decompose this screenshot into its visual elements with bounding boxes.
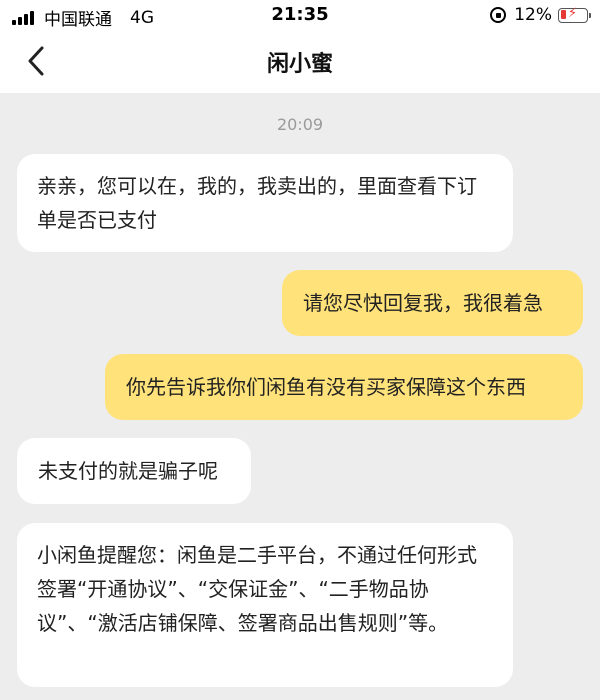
incoming-message-bubble[interactable]: 亲亲，您可以在，我的，我卖出的，里面查看下订单是否已支付 (17, 154, 513, 252)
status-right: 12% ⚡ (490, 5, 591, 25)
status-bar: 中国联通 4G 21:35 12% ⚡ (0, 0, 600, 30)
battery-charging-icon: ⚡ (558, 5, 591, 23)
incoming-message-bubble[interactable]: 小闲鱼提醒您：闲鱼是二手平台，不通过任何形式签署“开通协议”、“交保证金”、“二… (17, 523, 513, 687)
battery-percent: 12% (514, 5, 552, 25)
incoming-message-bubble[interactable]: 未支付的就是骗子呢 (17, 438, 251, 504)
outgoing-message-bubble[interactable]: 你先告诉我你们闲鱼有没有买家保障这个东西 (105, 354, 583, 420)
chat-screen: 中国联通 4G 21:35 12% ⚡ 闲小蜜 20:09 亲亲，您可以在，我的… (0, 0, 600, 700)
nav-bar: 闲小蜜 (0, 30, 600, 93)
message-list[interactable]: 20:09 亲亲，您可以在，我的，我卖出的，里面查看下订单是否已支付 请您尽快回… (0, 93, 600, 700)
message-timestamp: 20:09 (276, 115, 324, 134)
charging-bolt-icon: ⚡ (568, 5, 578, 21)
page-title: 闲小蜜 (266, 52, 333, 77)
orientation-lock-icon (490, 7, 507, 23)
outgoing-message-bubble[interactable]: 请您尽快回复我，我很着急 (282, 270, 583, 336)
